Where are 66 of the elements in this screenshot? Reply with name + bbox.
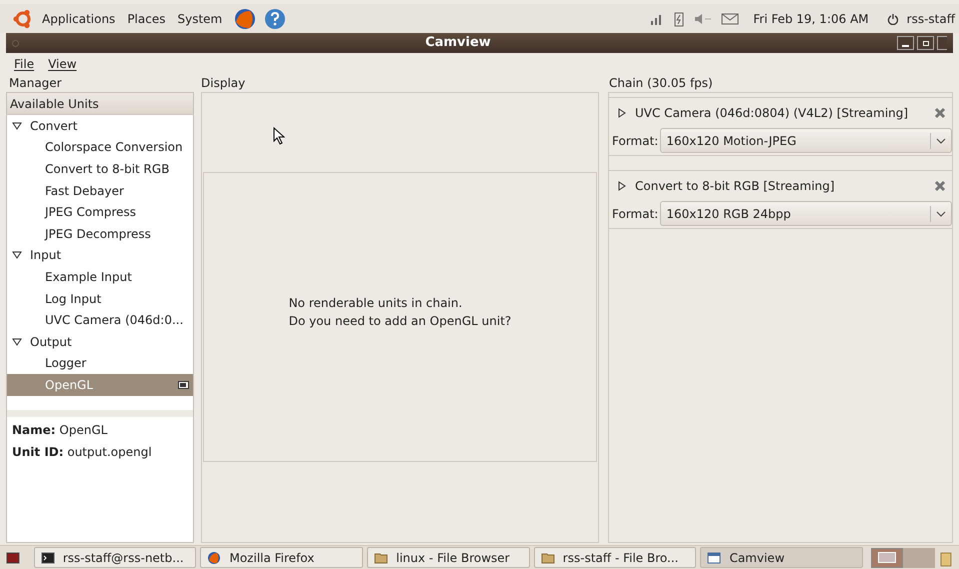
globe-icon[interactable] [234,8,256,30]
expand-icon[interactable] [617,181,627,191]
unit-title: UVC Camera (046d:0804) (V4L2) [Streaming] [635,105,910,122]
chevron-down-icon [936,138,946,144]
folder-icon [540,550,555,564]
tree-item[interactable]: JPEG Compress [7,201,193,223]
tree-item[interactable]: Example Input [7,266,193,288]
panel-menu[interactable]: System [177,10,222,28]
window-title: Camview [424,34,492,52]
panel-title: Manager [8,75,63,92]
taskbar-button[interactable]: linux - File Browser [367,547,530,568]
globe-icon [207,550,222,564]
unit-detail: Unit ID: output.opengl [12,444,153,461]
panel-title: Display [201,75,246,92]
terminal-icon [40,550,55,564]
minimize-button[interactable] [897,36,914,50]
taskbar-button[interactable]: Camview [700,547,864,568]
taskbar-button[interactable]: Mozilla Firefox [200,547,364,568]
workspace-switcher[interactable] [871,548,936,568]
expand-icon[interactable] [617,108,627,118]
format-dropdown[interactable]: 160x120 RGB 24bpp [660,201,952,226]
collapse-icon[interactable] [12,336,22,347]
maximize-button[interactable] [917,36,934,50]
tree-group[interactable]: Convert [30,116,78,135]
tree-item[interactable]: Convert to 8-bit RGB [7,158,193,180]
collapse-icon[interactable] [12,120,22,131]
clock[interactable]: Fri Feb 19, 1:06 AM [753,10,869,28]
taskbar-button[interactable]: rss-staff - File Bro... [534,547,696,568]
user-name[interactable]: rss-staff [906,10,955,28]
tree-group[interactable]: Input [30,246,62,264]
unit-title: Convert to 8-bit RGB [Streaming] [635,178,836,195]
help-icon[interactable] [264,8,286,30]
battery-icon[interactable] [673,10,686,26]
tree-item[interactable]: UVC Camera (046d:0... [7,309,193,331]
column-header[interactable]: Available Units [7,93,193,115]
tree-item[interactable]: Logger [7,352,193,374]
collapse-icon[interactable] [12,250,22,260]
tree-item[interactable]: Fast Debayer [7,180,193,202]
tree-item[interactable]: Colorspace Conversion [7,136,193,158]
message-text: No renderable units in chain. [288,295,464,312]
panel-menu[interactable]: Places [127,10,166,28]
tree-group[interactable]: Output [30,332,72,351]
desktop-icon[interactable] [6,550,20,564]
pointer-icon [273,127,285,145]
field-label: Format: [612,132,658,150]
menu-item[interactable]: File [14,55,34,73]
mail-icon[interactable] [721,12,740,26]
field-label: Format: [612,206,658,222]
panel-title: Chain (30.05 fps) [608,75,714,92]
panel-menu[interactable]: Applications [42,10,116,28]
folder-icon [374,550,388,564]
taskbar-button[interactable]: rss-staff@rss-netb... [34,547,196,568]
tree-item[interactable]: JPEG Decompress [7,222,193,245]
tree-item[interactable]: Log Input [7,288,193,310]
speaker-icon[interactable] [693,12,714,26]
remove-icon[interactable] [934,107,946,119]
chevron-down-icon [936,210,946,216]
power-icon[interactable] [886,12,899,24]
display-icon [178,380,189,389]
message-text: Do you need to add an OpenGL unit? [288,313,512,330]
format-dropdown[interactable]: 160x120 Motion-JPEG [660,128,952,153]
remove-icon[interactable] [934,180,946,192]
menu-item[interactable]: View [48,55,77,73]
close-button[interactable] [937,36,947,50]
window-icon [707,550,722,564]
unit-detail: Name: OpenGL [12,422,108,439]
